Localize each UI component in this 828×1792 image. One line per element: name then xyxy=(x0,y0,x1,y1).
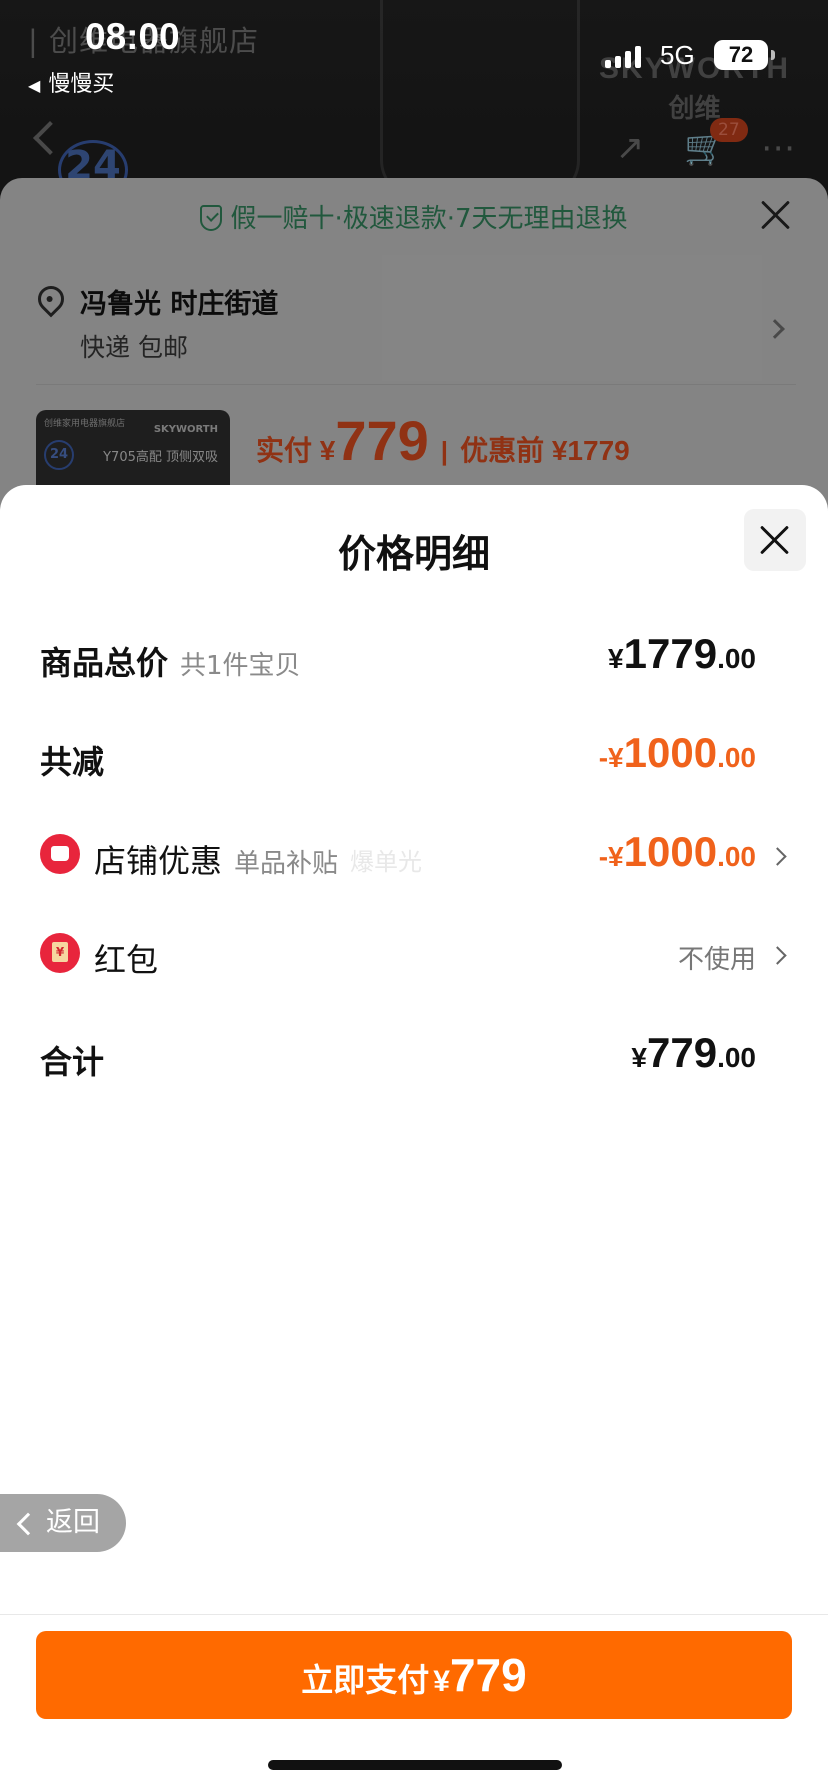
home-indicator xyxy=(268,1760,562,1770)
status-time: 08:00 xyxy=(85,16,180,57)
status-bar: 08:00 ◀ 慢慢买 5G 72 xyxy=(0,0,828,100)
return-to-app-link[interactable]: ◀ 慢慢买 xyxy=(28,66,114,98)
total-price-value: ¥1779.00 xyxy=(608,630,756,677)
network-type: 5G xyxy=(660,40,695,70)
shop-discount-label: 店铺优惠 单品补贴 xyxy=(94,842,339,880)
red-packet-row[interactable]: 红包 不使用 xyxy=(40,927,788,987)
shop-discount-type: 单品补贴 xyxy=(234,849,339,879)
battery-icon: 72 xyxy=(714,40,775,70)
red-packet-label: 红包 xyxy=(94,941,159,979)
price-detail-modal: 价格明细 商品总价 共1件宝贝 ¥1779.00 共减 -¥1000.00 店铺优… xyxy=(0,485,828,1792)
close-icon[interactable] xyxy=(744,509,806,571)
signal-icon xyxy=(605,46,641,68)
red-packet-value: 不使用 xyxy=(677,945,756,975)
back-triangle-icon: ◀ xyxy=(28,76,41,95)
sum-value: ¥779.00 xyxy=(631,1029,756,1076)
item-count: 共1件宝贝 xyxy=(180,651,301,681)
chevron-right-icon xyxy=(768,847,787,866)
back-button[interactable]: 返回 xyxy=(0,1494,126,1552)
total-reduction-row: 共减 -¥1000.00 xyxy=(40,729,788,789)
sum-label: 合计 xyxy=(40,1043,105,1081)
total-price-row: 商品总价 共1件宝贝 ¥1779.00 xyxy=(40,630,788,690)
total-price-label: 商品总价 共1件宝贝 xyxy=(40,644,301,682)
divider xyxy=(0,1614,828,1615)
modal-title: 价格明细 xyxy=(337,532,490,576)
shop-discount-value: -¥1000.00 xyxy=(598,828,756,875)
chevron-right-icon xyxy=(768,946,787,965)
total-reduction-label: 共减 xyxy=(40,743,105,781)
pay-now-button[interactable]: 立即支付 ¥779 xyxy=(36,1631,792,1719)
total-reduction-value: -¥1000.00 xyxy=(598,729,756,776)
shop-icon xyxy=(40,834,80,874)
watermark-text: 爆单光 xyxy=(350,848,422,876)
red-packet-icon xyxy=(40,933,80,973)
sum-row: 合计 ¥779.00 xyxy=(40,1029,788,1089)
